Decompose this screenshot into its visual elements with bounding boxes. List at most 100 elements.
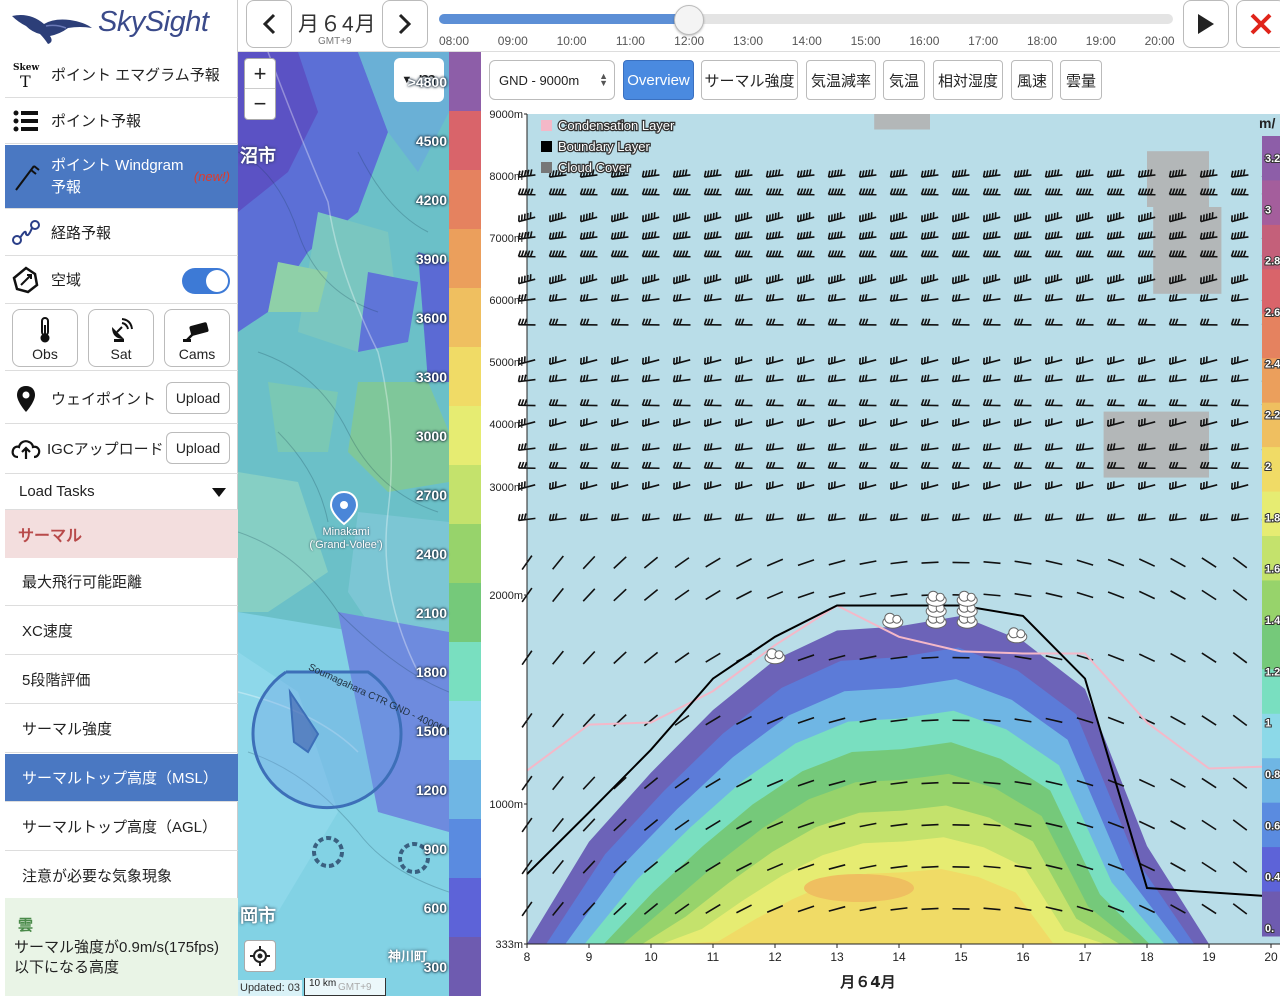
sidebar-item-airspace[interactable]: 空域 <box>5 256 238 304</box>
y-tick-label: 9000m <box>489 109 523 121</box>
tab-temperature[interactable]: 気温 <box>883 60 925 100</box>
legend-value: 600 <box>423 900 447 916</box>
time-tick-label[interactable]: 08:00 <box>439 34 469 48</box>
time-tick-label[interactable]: 13:00 <box>733 34 763 48</box>
sidebar: SkySight Skew T ポイント エマグラム予報 ポイント予報 ポイント… <box>0 0 238 996</box>
tab-thermal-strength[interactable]: サーマル強度 <box>701 60 798 100</box>
x-axis-label: 月６4月 <box>839 973 895 991</box>
timeline-bar: 月６4月 GMT+9 08:00 09:00 10:00 11:00 12:00 13:0… <box>238 0 1280 52</box>
time-tick-label[interactable]: 09:00 <box>498 34 528 48</box>
windgram-toolbar: GND - 9000m ▲ ▼ Overview サーマル強度 気温減率 気温 相… <box>481 60 1280 102</box>
x-tick-label: 18 <box>1140 950 1154 964</box>
legend-entry: Cloud Cover <box>558 160 631 175</box>
legend-value: 3300 <box>415 369 447 385</box>
legend-value: 1800 <box>415 664 447 680</box>
wind-barb <box>921 561 939 564</box>
menu-thermal-top-msl[interactable]: サーマルトップ高度（MSL） <box>5 754 238 802</box>
close-button[interactable] <box>1236 0 1280 48</box>
sidebar-item-route-forecast[interactable]: 経路予報 <box>5 210 238 256</box>
time-tick-label[interactable]: 10:00 <box>557 34 587 48</box>
time-tick-label[interactable]: 16:00 <box>909 34 939 48</box>
cloud-section-header[interactable]: 雲 <box>18 914 33 935</box>
legend-entry: Boundary Layer <box>558 139 650 154</box>
menu-thermal-strength[interactable]: サーマル強度 <box>5 705 238 753</box>
windgram-chart[interactable]: 333m 1000m 2000m 3000m 4000m 5000m 6000m 7000m 8… <box>481 106 1280 996</box>
y-tick-label: 3000m <box>489 482 523 494</box>
tab-lapse-rate[interactable]: 気温減率 <box>806 60 876 100</box>
x-tick-label: 13 <box>830 950 844 964</box>
cloud-section-description: サーマル強度が0.9m/s(175fps)以下になる高度 <box>14 939 220 976</box>
tab-humidity[interactable]: 相対湿度 <box>933 60 1003 100</box>
legend-value: 1500 <box>415 723 447 739</box>
time-slider-track[interactable] <box>439 14 1173 24</box>
time-tick-label[interactable]: 12:00 <box>674 34 704 48</box>
thermal-section-header[interactable]: サーマル <box>5 510 238 558</box>
time-tick-label[interactable]: 20:00 <box>1145 34 1175 48</box>
sidebar-item-label: 経路予報 <box>51 225 112 242</box>
legend-value: 2100 <box>415 605 447 621</box>
legend-swatch <box>541 162 552 173</box>
zoom-in-button[interactable]: + <box>245 59 275 89</box>
eagle-logo-icon <box>12 15 92 44</box>
altitude-range-select[interactable]: GND - 9000m ▲ ▼ <box>489 60 615 100</box>
waypoint-upload-button[interactable]: Upload <box>166 382 230 414</box>
tab-overview[interactable]: Overview <box>623 60 694 100</box>
time-tick-label[interactable]: 14:00 <box>792 34 822 48</box>
legend-entry: Condensation Layer <box>558 118 675 133</box>
sat-button[interactable]: Sat <box>88 309 154 367</box>
updated-label: Updated: 03 <box>238 980 302 996</box>
obs-button[interactable]: Obs <box>12 309 78 367</box>
time-slider-thumb[interactable] <box>674 5 705 35</box>
menu-max-distance[interactable]: 最大飛行可能距離 <box>5 558 238 606</box>
x-tick-label: 17 <box>1078 950 1092 964</box>
menu-five-star-rating[interactable]: 5段階評価 <box>5 656 238 704</box>
sidebar-item-emagram[interactable]: Skew T ポイント エマグラム予報 <box>5 52 238 98</box>
sidebar-item-windgram[interactable]: ポイント Windgram 予報 (new!) <box>5 145 238 209</box>
legend-value: 4200 <box>415 192 447 208</box>
menu-xc-speed[interactable]: XC速度 <box>5 607 238 655</box>
strength-value-label: 1.6 <box>1265 564 1280 576</box>
new-badge: (new!) <box>193 169 230 184</box>
cloud-section: 雲 サーマル強度が0.9m/s(175fps)以下になる高度 <box>5 898 238 996</box>
map-pin-icon <box>9 385 43 413</box>
sidebar-item-point-forecast[interactable]: ポイント予報 <box>5 98 238 144</box>
logo[interactable]: SkySight <box>0 0 238 50</box>
time-tick-label[interactable]: 19:00 <box>1086 34 1116 48</box>
legend-swatch <box>449 170 481 230</box>
wind-barb <box>921 719 939 722</box>
legend-swatch <box>449 524 481 584</box>
strength-value-label: 1.2 <box>1265 666 1280 678</box>
prev-day-button[interactable] <box>246 0 292 48</box>
locate-button[interactable] <box>244 940 276 972</box>
sidebar-item-igc-upload[interactable]: IGCアップロード Upload <box>5 424 238 474</box>
igc-upload-button[interactable]: Upload <box>166 432 230 464</box>
x-tick-label: 20 <box>1264 950 1278 964</box>
legend-swatch <box>541 120 552 131</box>
place-label-numata: 沼市 <box>240 146 276 166</box>
legend-value: 4500 <box>415 133 447 149</box>
color-legend: >4800 4500 4200 3900 3600 3300 3000 2700 2400 210… <box>408 52 481 996</box>
time-tick-label[interactable]: 17:00 <box>968 34 998 48</box>
airspace-toggle[interactable] <box>182 268 230 294</box>
x-tick-label: 16 <box>1016 950 1030 964</box>
sidebar-item-waypoint[interactable]: ウェイポイント Upload <box>5 374 238 424</box>
zoom-out-button[interactable]: − <box>245 89 275 119</box>
legend-swatch <box>449 642 481 702</box>
time-tick-label[interactable]: 18:00 <box>1027 34 1057 48</box>
tab-wind-speed[interactable]: 風速 <box>1011 60 1053 100</box>
load-tasks-dropdown[interactable]: Load Tasks <box>5 474 238 510</box>
cams-button[interactable]: Cams <box>164 309 230 367</box>
menu-thermal-top-agl[interactable]: サーマルトップ高度（AGL） <box>5 803 238 851</box>
skew-t-icon: Skew T <box>9 60 43 90</box>
camera-icon <box>183 322 209 342</box>
skysight-app: SkySight Skew T ポイント エマグラム予報 ポイント予報 ポイント… <box>0 0 1280 996</box>
tab-cloud-cover[interactable]: 雲量 <box>1060 60 1102 100</box>
y-tick-label: 5000m <box>489 357 523 369</box>
time-tick-label[interactable]: 11:00 <box>616 34 645 48</box>
menu-weather-hazards[interactable]: 注意が必要な気象現象 <box>5 852 238 900</box>
thermometer-icon <box>40 317 50 343</box>
play-button[interactable] <box>1183 0 1229 48</box>
time-tick-label[interactable]: 15:00 <box>851 34 881 48</box>
next-day-button[interactable] <box>382 0 428 48</box>
sidebar-item-label: IGCアップロード <box>47 441 164 458</box>
